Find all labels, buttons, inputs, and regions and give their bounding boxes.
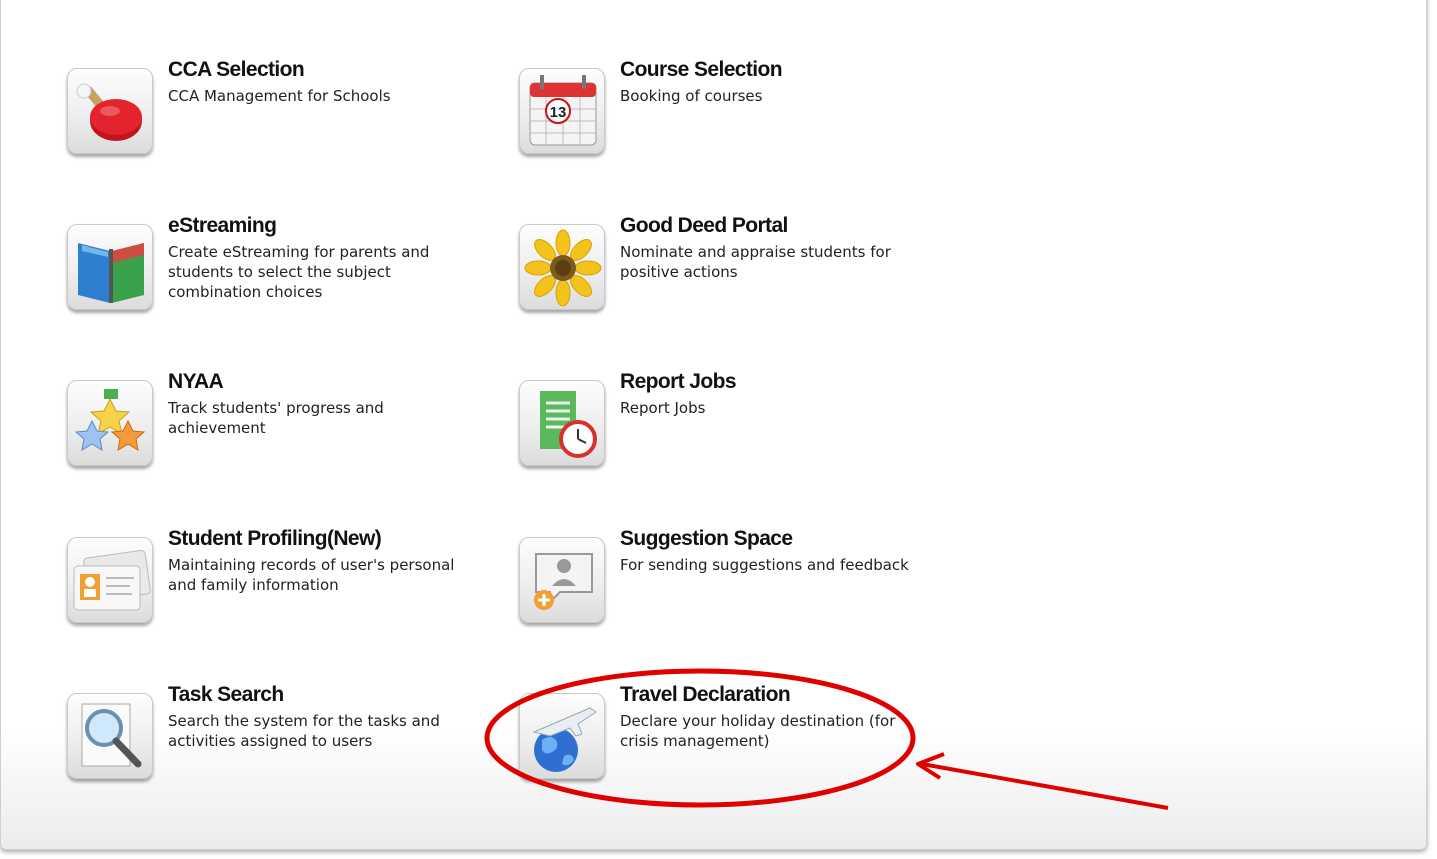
app-travel-declaration[interactable]: Travel Declaration Declare your holiday … <box>519 683 939 793</box>
open-book-icon[interactable] <box>67 224 153 310</box>
app-title[interactable]: Task Search <box>168 683 284 707</box>
app-title[interactable]: Report Jobs <box>620 370 737 394</box>
app-title[interactable]: eStreaming <box>168 214 277 238</box>
app-description: Maintaining records of user's personal a… <box>168 556 455 594</box>
app-report-jobs[interactable]: Report Jobs Report Jobs <box>519 370 939 480</box>
app-title[interactable]: Student Profiling(New) <box>168 527 382 551</box>
app-title[interactable]: CCA Selection <box>168 58 305 82</box>
id-cards-icon[interactable] <box>67 537 153 623</box>
app-description: Search the system for the tasks and acti… <box>168 712 440 750</box>
app-description: Create eStreaming for parents and studen… <box>168 243 430 301</box>
app-description: Report Jobs <box>620 399 706 417</box>
app-estreaming[interactable]: eStreaming Create eStreaming for parents… <box>67 214 487 324</box>
calendar-day: 13 <box>550 104 567 121</box>
app-title[interactable]: NYAA <box>168 370 224 394</box>
globe-airplane-icon[interactable] <box>519 693 605 779</box>
report-clock-icon[interactable] <box>519 380 605 466</box>
app-student-profiling[interactable]: Student Profiling(New) Maintaining recor… <box>67 527 487 637</box>
app-nyaa[interactable]: NYAA Track students' progress and achiev… <box>67 370 487 480</box>
app-description: Nominate and appraise students for posit… <box>620 243 891 281</box>
app-cca-selection[interactable]: CCA Selection CCA Management for Schools <box>67 58 487 168</box>
app-title[interactable]: Good Deed Portal <box>620 214 788 238</box>
app-title[interactable]: Suggestion Space <box>620 527 793 551</box>
ping-pong-paddle-icon[interactable] <box>67 68 153 154</box>
speech-bubble-user-icon[interactable] <box>519 537 605 623</box>
app-title[interactable]: Course Selection <box>620 58 783 82</box>
app-description: Track students' progress and achievement <box>168 399 384 437</box>
app-description: For sending suggestions and feedback <box>620 556 909 574</box>
app-course-selection[interactable]: 13 Course Selection Booking of courses <box>519 58 939 168</box>
calendar-icon[interactable]: 13 <box>519 68 605 154</box>
app-task-search[interactable]: Task Search Search the system for the ta… <box>67 683 487 793</box>
app-description: CCA Management for Schools <box>168 87 391 105</box>
sunflower-icon[interactable] <box>519 224 605 310</box>
app-description: Declare your holiday destination (for cr… <box>620 712 896 750</box>
app-suggestion-space[interactable]: Suggestion Space For sending suggestions… <box>519 527 939 637</box>
stars-icon[interactable] <box>67 380 153 466</box>
app-title[interactable]: Travel Declaration <box>620 683 791 707</box>
app-good-deed-portal[interactable]: Good Deed Portal Nominate and appraise s… <box>519 214 939 324</box>
app-description: Booking of courses <box>620 87 763 105</box>
magnifier-icon[interactable] <box>67 693 153 779</box>
